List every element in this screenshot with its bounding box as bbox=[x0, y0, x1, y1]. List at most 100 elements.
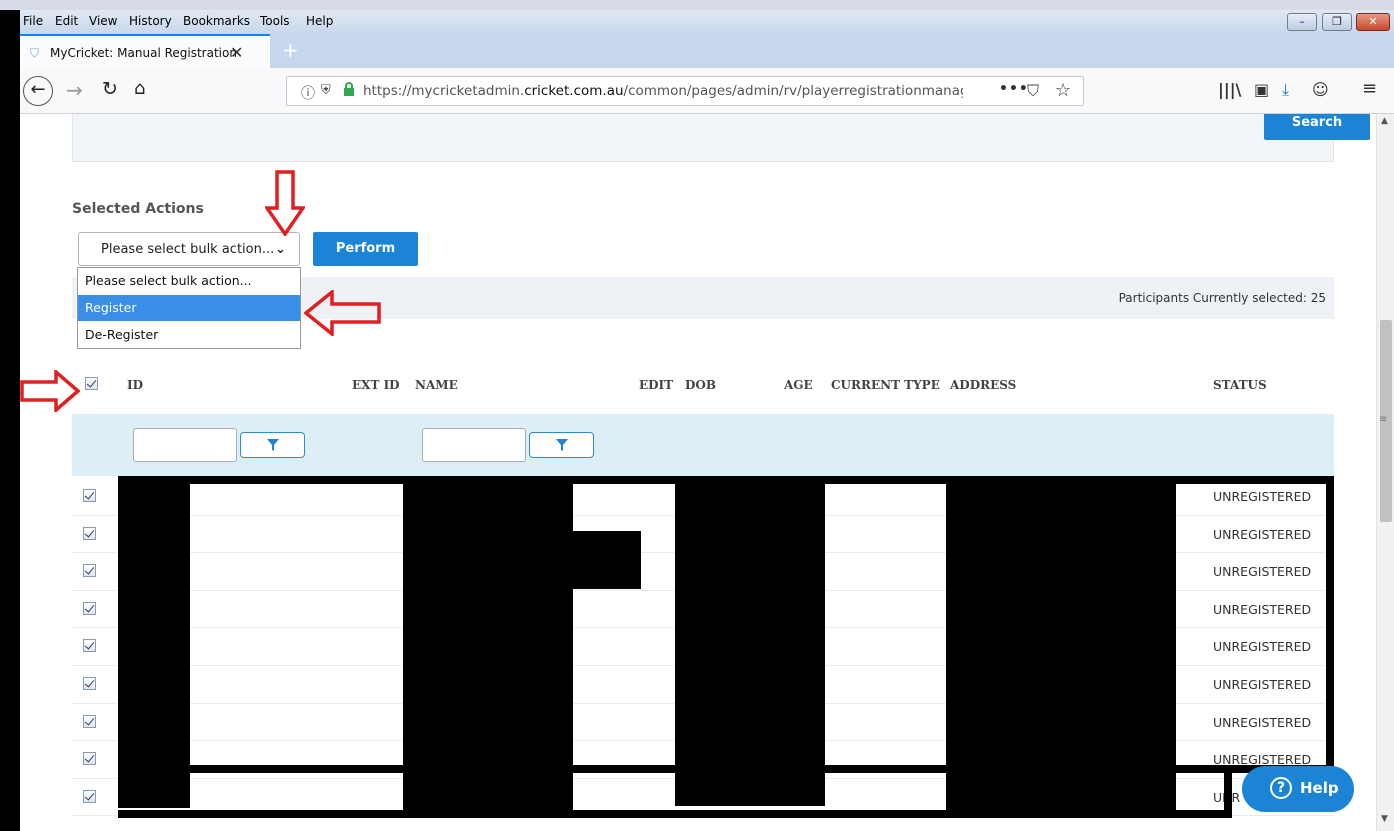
menu-hamburger-icon[interactable]: ≡ bbox=[1362, 78, 1377, 99]
account-icon[interactable]: ☺ bbox=[1312, 80, 1329, 99]
menu-tools[interactable]: Tools bbox=[260, 14, 290, 28]
minimize-button[interactable]: – bbox=[1287, 13, 1317, 31]
tab-mycricket[interactable]: ⛉ MyCricket: Manual Registration ✕ bbox=[20, 34, 270, 68]
search-button[interactable]: Search bbox=[1264, 114, 1370, 140]
status-cell: UNREGISTERED bbox=[1213, 526, 1312, 542]
menu-history[interactable]: History bbox=[129, 14, 172, 28]
annotation-arrow-right-icon bbox=[20, 370, 80, 412]
row-checkbox[interactable] bbox=[83, 677, 96, 690]
column-header-ext-id[interactable]: EXT ID bbox=[352, 378, 400, 392]
tab-title: MyCricket: Manual Registration bbox=[50, 46, 237, 60]
scroll-grip-icon: ≡ bbox=[1379, 414, 1388, 425]
option-please-select[interactable]: Please select bulk action... bbox=[78, 268, 300, 294]
menu-help[interactable]: Help bbox=[306, 14, 333, 28]
filter-icon bbox=[267, 439, 279, 451]
row-checkbox[interactable] bbox=[83, 714, 96, 728]
column-header-dob[interactable]: DOB bbox=[685, 378, 716, 392]
row-checkbox[interactable] bbox=[83, 526, 96, 540]
redaction-block bbox=[1224, 772, 1232, 814]
url-text: https://mycricketadmin.cricket.com.au/co… bbox=[363, 83, 963, 99]
row-checkbox[interactable] bbox=[83, 564, 96, 578]
chevron-down-icon: ⌄ bbox=[275, 242, 286, 257]
redaction-block bbox=[118, 476, 190, 808]
column-header-status[interactable]: STATUS bbox=[1213, 378, 1267, 392]
row-checkbox[interactable] bbox=[83, 601, 96, 615]
home-icon[interactable]: ⌂ bbox=[134, 78, 145, 99]
redaction-block bbox=[946, 476, 1176, 812]
option-register[interactable]: Register bbox=[78, 295, 300, 321]
status-cell: UNREGISTERED bbox=[1213, 489, 1312, 504]
new-tab-button[interactable]: + bbox=[282, 38, 299, 62]
pocket-icon[interactable]: ⛉ bbox=[1027, 81, 1039, 101]
forward-icon[interactable]: → bbox=[66, 78, 83, 102]
filter-icon bbox=[556, 439, 568, 451]
status-cell: UNREGISTERED bbox=[1213, 564, 1312, 580]
menu-file[interactable]: File bbox=[23, 14, 43, 28]
search-panel: Search bbox=[72, 114, 1370, 162]
menu-bookmarks[interactable]: Bookmarks bbox=[183, 14, 250, 28]
column-header-id[interactable]: ID bbox=[127, 378, 143, 392]
annotation-arrow-left-icon bbox=[304, 290, 381, 336]
download-icon[interactable]: ⤓ bbox=[1282, 80, 1289, 100]
library-icon[interactable]: |||\ bbox=[1218, 80, 1241, 99]
column-header-age[interactable]: AGE bbox=[784, 378, 813, 392]
sidebar-icon[interactable]: ▣ bbox=[1254, 80, 1269, 99]
status-cell: UNREGISTERED bbox=[1213, 677, 1312, 692]
tab-strip: ⛉ MyCricket: Manual Registration ✕ + bbox=[20, 34, 1394, 68]
navigation-toolbar: ← → ↻ ⌂ ⓘ ⛨ https://mycricketadmin.crick… bbox=[20, 68, 1394, 114]
close-window-button[interactable]: ✕ bbox=[1356, 13, 1390, 31]
tracking-shield-icon[interactable]: ⛨ bbox=[321, 83, 331, 98]
help-button[interactable]: ? Help bbox=[1242, 766, 1354, 812]
vertical-scrollbar[interactable]: ▲ ≡ ▼ bbox=[1376, 114, 1394, 831]
scroll-down-icon[interactable]: ▼ bbox=[1381, 814, 1388, 824]
status-cell: UNREGISTERED bbox=[1213, 639, 1312, 655]
option-de-register[interactable]: De-Register bbox=[78, 322, 300, 348]
tab-close-icon[interactable]: ✕ bbox=[230, 43, 243, 62]
reload-icon[interactable]: ↻ bbox=[102, 78, 118, 100]
site-favicon-icon: ⛉ bbox=[30, 46, 40, 60]
redaction-block bbox=[118, 810, 1232, 818]
perform-button[interactable]: Perform bbox=[313, 232, 418, 266]
selected-actions-heading: Selected Actions bbox=[72, 201, 204, 217]
menu-edit[interactable]: Edit bbox=[55, 14, 78, 28]
column-header-name[interactable]: NAME bbox=[415, 378, 458, 392]
annotation-arrow-down-icon bbox=[265, 170, 305, 236]
redaction-block bbox=[675, 476, 825, 806]
bulk-action-value: Please select bulk action... bbox=[101, 242, 275, 257]
bookmark-star-icon[interactable]: ☆ bbox=[1055, 80, 1071, 101]
id-filter-input[interactable] bbox=[133, 428, 237, 462]
page-content: Search Selected Actions Please select bu… bbox=[20, 114, 1376, 831]
row-checkbox[interactable] bbox=[83, 752, 96, 766]
url-bar[interactable]: ⓘ ⛨ https://mycricketadmin.cricket.com.a… bbox=[286, 76, 1084, 106]
menu-view[interactable]: View bbox=[89, 14, 117, 28]
column-header-address[interactable]: ADDRESS bbox=[950, 378, 1016, 392]
column-header-current-type[interactable]: CURRENT TYPE bbox=[831, 378, 940, 392]
select-all-checkbox[interactable] bbox=[85, 377, 98, 390]
filter-row bbox=[72, 414, 1334, 476]
help-question-icon: ? bbox=[1270, 777, 1292, 799]
participants-selected-text: Participants Currently selected: 25 bbox=[1118, 291, 1326, 305]
scroll-up-icon[interactable]: ▲ bbox=[1381, 116, 1388, 126]
menu-bar: File Edit View History Bookmarks Tools H… bbox=[20, 10, 1394, 34]
name-filter-input[interactable] bbox=[422, 428, 526, 462]
redaction-block bbox=[1326, 476, 1334, 771]
background-window-strip bbox=[0, 0, 1394, 10]
redaction-block bbox=[573, 531, 641, 589]
column-header-edit: EDIT bbox=[639, 378, 674, 392]
page-actions-icon[interactable]: ••• bbox=[999, 81, 1029, 97]
id-filter-button[interactable] bbox=[240, 432, 305, 458]
redaction-block bbox=[170, 765, 1334, 773]
row-checkbox[interactable] bbox=[83, 639, 96, 653]
bulk-action-dropdown: Please select bulk action... Register De… bbox=[77, 267, 301, 349]
status-cell: UNREGISTERED bbox=[1213, 601, 1312, 617]
row-checkbox[interactable] bbox=[83, 489, 96, 502]
status-cell: UNREGISTERED bbox=[1213, 714, 1312, 730]
secure-lock-icon bbox=[344, 82, 354, 96]
page-info-icon[interactable]: ⓘ bbox=[301, 83, 315, 103]
row-checkbox[interactable] bbox=[83, 789, 96, 803]
bulk-action-select[interactable]: Please select bulk action... ⌄ bbox=[78, 232, 300, 266]
help-label: Help bbox=[1300, 779, 1339, 797]
name-filter-button[interactable] bbox=[529, 432, 594, 458]
maximize-button[interactable]: ❐ bbox=[1322, 13, 1352, 31]
back-button[interactable]: ← bbox=[23, 76, 53, 106]
